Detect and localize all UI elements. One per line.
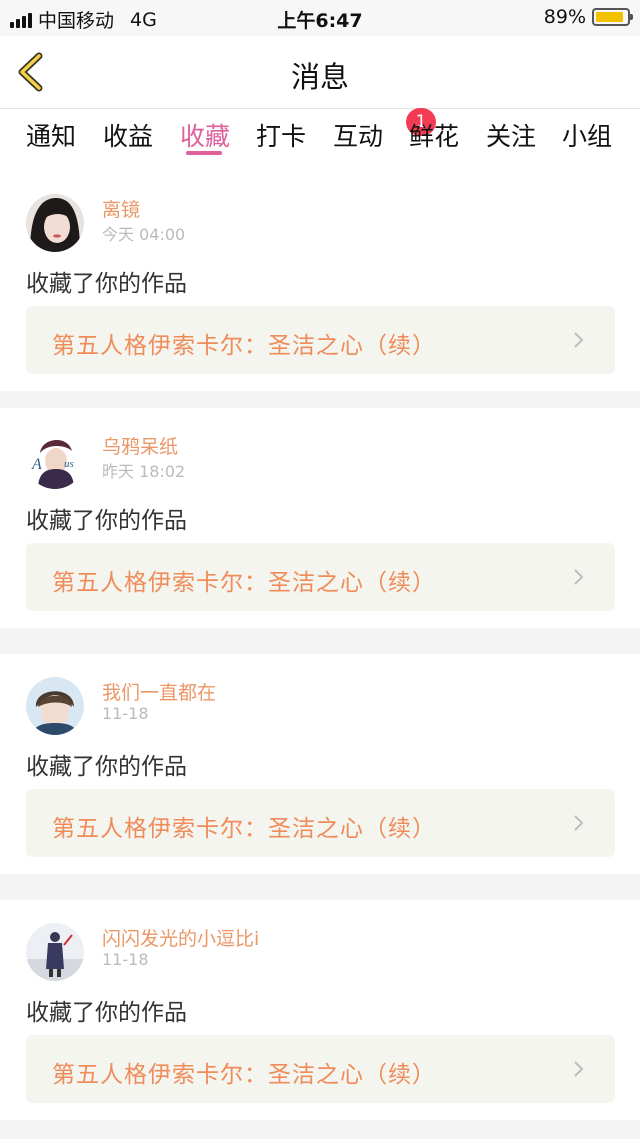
username[interactable]: 我们一直都在	[102, 678, 216, 705]
work-title: 第五人格伊索卡尔：圣洁之心（续）	[52, 816, 436, 842]
tab-interaction[interactable]: 互动	[333, 117, 383, 153]
notification-card: 离镜 今天 04:00 收藏了你的作品 第五人格伊索卡尔：圣洁之心（续）	[0, 171, 640, 391]
username[interactable]: 闪闪发光的小逗比i	[102, 924, 259, 951]
nav-bar: 消息	[0, 36, 640, 109]
chevron-right-icon	[574, 569, 584, 585]
avatar-image	[26, 194, 84, 252]
avatar-image	[26, 923, 84, 981]
avatar[interactable]: A us	[26, 431, 84, 489]
tab-favorites-label: 收藏	[180, 122, 231, 151]
action-text: 收藏了你的作品	[26, 508, 187, 534]
work-title: 第五人格伊索卡尔：圣洁之心（续）	[52, 333, 436, 359]
page-title: 消息	[290, 60, 349, 94]
work-link[interactable]: 第五人格伊索卡尔：圣洁之心（续）	[26, 543, 615, 611]
tab-follow[interactable]: 关注	[486, 117, 536, 153]
tab-checkin[interactable]: 打卡	[256, 117, 306, 153]
username[interactable]: 乌鸦呆纸	[102, 432, 178, 459]
work-title: 第五人格伊索卡尔：圣洁之心（续）	[52, 570, 436, 596]
tab-bar: 通知 收益 收藏 1 打卡 互动 鲜花 关注 小组	[0, 108, 640, 171]
work-link[interactable]: 第五人格伊索卡尔：圣洁之心（续）	[26, 1035, 615, 1103]
timestamp: 昨天 18:02	[102, 462, 186, 481]
tab-notifications[interactable]: 通知	[26, 117, 76, 153]
battery-icon	[592, 8, 633, 26]
status-right: 89%	[543, 6, 633, 28]
timestamp: 11-18	[102, 950, 149, 969]
notification-card: A us 乌鸦呆纸 昨天 18:02 收藏了你的作品 第五人格伊索卡尔：圣洁之心…	[0, 408, 640, 628]
work-link[interactable]: 第五人格伊索卡尔：圣洁之心（续）	[26, 789, 615, 857]
avatar[interactable]	[26, 677, 84, 735]
chevron-right-icon	[574, 332, 584, 348]
work-title: 第五人格伊索卡尔：圣洁之心（续）	[52, 1062, 436, 1088]
chevron-right-icon	[574, 1061, 584, 1077]
action-text: 收藏了你的作品	[26, 1000, 187, 1026]
avatar[interactable]	[26, 194, 84, 252]
status-bar: 中国移动 4G 上午6:47 89%	[0, 0, 640, 36]
battery-percent: 89%	[543, 6, 586, 28]
active-tab-indicator	[186, 151, 222, 155]
tab-groups[interactable]: 小组	[562, 117, 612, 153]
tab-earnings[interactable]: 收益	[103, 117, 153, 153]
tab-flowers[interactable]: 鲜花	[409, 117, 459, 153]
notification-card: 闪闪发光的小逗比i 11-18 收藏了你的作品 第五人格伊索卡尔：圣洁之心（续）	[0, 900, 640, 1120]
svg-text:A: A	[31, 456, 42, 473]
username[interactable]: 离镜	[102, 195, 140, 222]
action-text: 收藏了你的作品	[26, 754, 187, 780]
avatar[interactable]	[26, 923, 84, 981]
timestamp: 今天 04:00	[102, 225, 186, 244]
timestamp: 11-18	[102, 704, 149, 723]
action-text: 收藏了你的作品	[26, 271, 187, 297]
avatar-image	[26, 677, 84, 735]
work-link[interactable]: 第五人格伊索卡尔：圣洁之心（续）	[26, 306, 615, 374]
notification-card: 我们一直都在 11-18 收藏了你的作品 第五人格伊索卡尔：圣洁之心（续）	[0, 654, 640, 874]
svg-text:us: us	[64, 458, 74, 470]
avatar-image: A us	[26, 431, 84, 489]
chevron-right-icon	[574, 815, 584, 831]
tab-favorites[interactable]: 收藏 1	[180, 108, 436, 153]
